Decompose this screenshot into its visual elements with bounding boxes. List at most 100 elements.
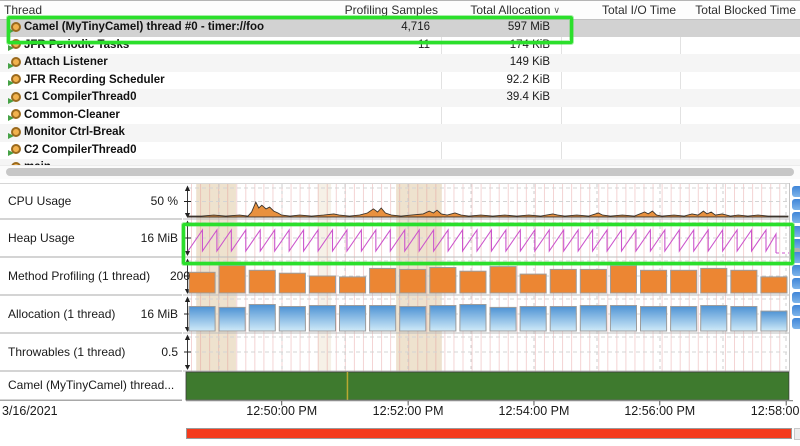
allocation-bar bbox=[189, 307, 215, 332]
allocation-bar bbox=[550, 307, 576, 332]
thread-state-bar bbox=[186, 372, 789, 400]
thread-name: JFR Recording Scheduler bbox=[24, 72, 165, 90]
allocation-bar bbox=[761, 311, 787, 331]
allocation-bar bbox=[370, 306, 396, 332]
table-horizontal-scrollbar[interactable] bbox=[0, 165, 800, 179]
timeline-scrollbar[interactable] bbox=[186, 428, 792, 439]
method-profiling-bar bbox=[370, 268, 396, 293]
table-row[interactable]: C2 CompilerThread0 bbox=[0, 142, 800, 160]
allocation-bar bbox=[610, 306, 636, 332]
thread-icon bbox=[8, 57, 22, 69]
column-header-total-allocation[interactable]: Total Allocation∨ bbox=[470, 3, 560, 17]
timeline-scale-value: 16 MiB bbox=[141, 219, 178, 257]
thread-icon bbox=[8, 144, 22, 156]
method-profiling-bar bbox=[460, 271, 486, 293]
row-marker-square[interactable] bbox=[792, 292, 800, 303]
timeline-row-label[interactable]: Allocation (1 thread) bbox=[8, 295, 115, 333]
thread-name: Attach Listener bbox=[24, 54, 108, 72]
timeline-row-label[interactable]: Camel (MyTinyCamel) thread... bbox=[8, 371, 174, 400]
thread-ring-icon bbox=[11, 109, 21, 119]
row-marker-square[interactable] bbox=[792, 212, 800, 223]
method-profiling-bar bbox=[430, 268, 456, 294]
allocation-bar bbox=[249, 305, 275, 332]
timeline-row-label[interactable]: Method Profiling (1 thread) bbox=[8, 257, 150, 295]
time-tick-label: 12:50:00 PM bbox=[246, 404, 317, 418]
annotation-box-selected-thread bbox=[7, 16, 573, 44]
method-profiling-bar bbox=[671, 270, 697, 293]
allocation-bar bbox=[340, 306, 366, 332]
method-profiling-bar bbox=[641, 270, 667, 293]
column-header-thread[interactable]: Thread bbox=[4, 3, 42, 17]
column-header-total-blocked-time[interactable]: Total Blocked Time bbox=[695, 3, 796, 17]
row-marker-square[interactable] bbox=[792, 318, 800, 329]
method-profiling-bar bbox=[400, 269, 426, 293]
method-profiling-bar bbox=[249, 270, 275, 293]
column-header-profiling-samples[interactable]: Profiling Samples bbox=[345, 3, 438, 17]
allocation-bar bbox=[279, 307, 305, 332]
table-row[interactable]: C1 CompilerThread0 39.4 KiB bbox=[0, 89, 800, 107]
total-allocation-value: 92.2 KiB bbox=[440, 72, 550, 90]
allocation-bar bbox=[701, 306, 727, 332]
allocation-bar bbox=[309, 306, 335, 332]
recording-highlight-band bbox=[318, 184, 331, 400]
recording-highlight-band bbox=[196, 184, 236, 400]
row-marker-square[interactable] bbox=[792, 278, 800, 289]
timeline-scale-value: 16 MiB bbox=[141, 295, 178, 333]
event-marker-line bbox=[347, 372, 349, 400]
thread-ring-icon bbox=[11, 57, 21, 67]
table-scrollbar-thumb[interactable] bbox=[6, 168, 794, 176]
sort-descending-icon: ∨ bbox=[553, 5, 560, 15]
method-profiling-bar bbox=[520, 274, 546, 293]
allocation-bar bbox=[460, 305, 486, 332]
thread-name: Monitor Ctrl-Break bbox=[24, 124, 125, 142]
table-row[interactable]: Monitor Ctrl-Break bbox=[0, 124, 800, 142]
row-marker-square[interactable] bbox=[792, 265, 800, 276]
thread-icon bbox=[8, 92, 22, 104]
allocation-bar bbox=[430, 306, 456, 332]
thread-icon bbox=[8, 74, 22, 86]
allocation-bar bbox=[400, 307, 426, 332]
total-allocation-value: 149 KiB bbox=[440, 54, 550, 72]
method-profiling-bar bbox=[610, 266, 636, 293]
timeline-scale-value: 0.5 bbox=[161, 333, 178, 371]
profiler-window: Camel (MyTinyCamel) thread #0 - timer://… bbox=[0, 0, 800, 446]
thread-name: C2 CompilerThread0 bbox=[24, 142, 136, 160]
thread-icon bbox=[8, 109, 22, 121]
row-marker-square[interactable] bbox=[792, 305, 800, 316]
thread-name: C1 CompilerThread0 bbox=[24, 89, 136, 107]
time-tick-label: 12:54:00 PM bbox=[499, 404, 570, 418]
thread-table: Camel (MyTinyCamel) thread #0 - timer://… bbox=[0, 0, 800, 179]
cpu-usage-area bbox=[188, 202, 788, 217]
thread-ring-icon bbox=[11, 74, 21, 84]
allocation-bar bbox=[671, 307, 697, 332]
table-row[interactable]: JFR Recording Scheduler 92.2 KiB bbox=[0, 72, 800, 90]
table-row[interactable]: Attach Listener 149 KiB bbox=[0, 54, 800, 72]
row-marker-square[interactable] bbox=[792, 186, 800, 197]
timeline-row-label[interactable]: Heap Usage bbox=[8, 219, 75, 257]
column-header-total-io-time[interactable]: Total I/O Time bbox=[602, 3, 676, 17]
time-tick-label: 12:58:00 PM bbox=[751, 404, 800, 418]
method-profiling-bar bbox=[279, 273, 305, 293]
method-profiling-bar bbox=[761, 277, 787, 293]
time-tick-label: 12:56:00 PM bbox=[624, 404, 695, 418]
method-profiling-bar bbox=[340, 277, 366, 293]
allocation-bar bbox=[520, 307, 546, 332]
allocation-bar bbox=[580, 306, 606, 332]
method-profiling-bar bbox=[189, 272, 215, 293]
axis-date-label: 3/16/2021 bbox=[2, 404, 58, 418]
timeline-row-label[interactable]: Throwables (1 thread) bbox=[8, 333, 125, 371]
method-profiling-bar bbox=[701, 268, 727, 293]
method-profiling-bar bbox=[219, 266, 245, 293]
total-allocation-value: 39.4 KiB bbox=[440, 89, 550, 107]
thread-icon bbox=[8, 127, 22, 139]
annotation-box-heap-usage bbox=[182, 223, 794, 265]
allocation-bar bbox=[219, 307, 245, 331]
method-profiling-bar bbox=[580, 269, 606, 293]
table-row[interactable]: Common-Cleaner bbox=[0, 107, 800, 125]
method-profiling-bar bbox=[490, 267, 516, 293]
timeline-panel-border bbox=[0, 183, 800, 184]
row-marker-square[interactable] bbox=[792, 199, 800, 210]
timeline-row-label[interactable]: CPU Usage bbox=[8, 184, 71, 219]
allocation-bar bbox=[731, 307, 757, 332]
method-profiling-bar bbox=[731, 270, 757, 293]
